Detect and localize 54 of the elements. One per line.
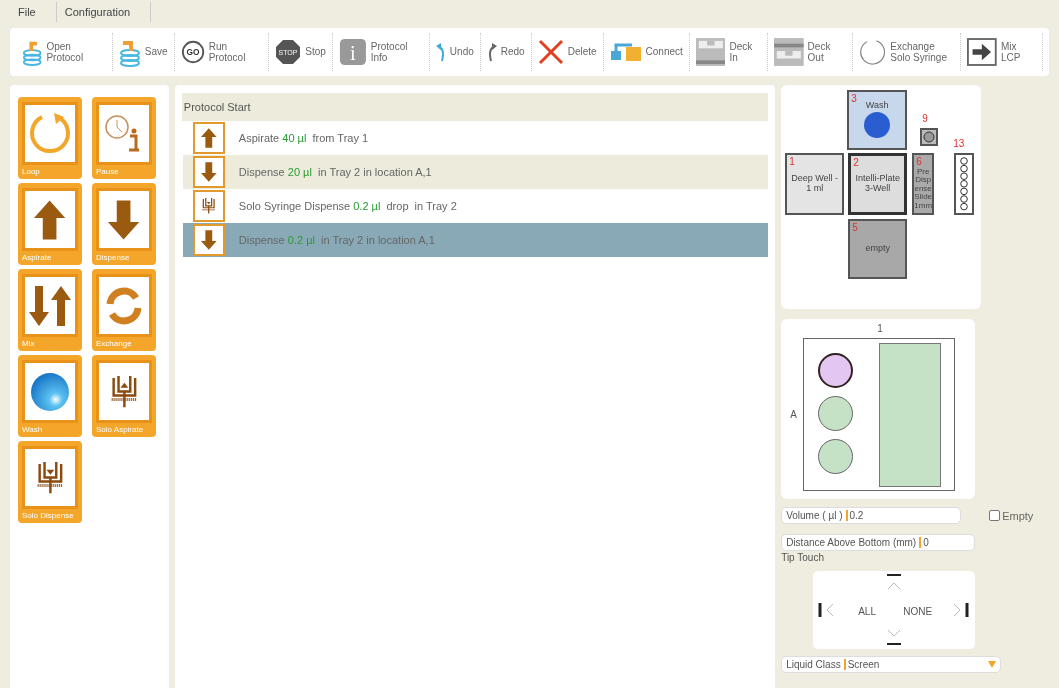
deck-slot[interactable] xyxy=(920,128,939,146)
slot-number: 9 xyxy=(922,113,928,124)
toolbar-button[interactable]: Exchange Solo Syringe xyxy=(853,33,962,71)
right-chevron-icon xyxy=(951,601,970,619)
well[interactable] xyxy=(818,353,854,388)
all-button[interactable]: ALL xyxy=(858,606,876,617)
toolbar-button[interactable]: Redo xyxy=(480,33,532,71)
close-x-icon xyxy=(537,39,564,65)
deck-tray-icon xyxy=(773,37,804,67)
liquid-class-dropdown[interactable]: Liquid Class Screen xyxy=(781,656,1002,673)
info-icon: i xyxy=(338,37,367,67)
go-icon: GO xyxy=(180,39,205,65)
dropdown-arrow-icon xyxy=(988,661,997,668)
toolbar-button[interactable]: Connect xyxy=(603,33,690,71)
circle-icon xyxy=(923,131,936,143)
distance-field[interactable]: Distance Above Bottom (mm) 0 xyxy=(781,534,976,551)
protocol-header: Protocol Start xyxy=(181,93,769,121)
menu-tab[interactable]: File xyxy=(10,2,57,22)
loop-icon xyxy=(28,111,72,156)
down-arrow-icon xyxy=(106,197,142,242)
toolbar-button[interactable]: Deck Out xyxy=(767,33,854,71)
toolbar-button[interactable]: Open Protocol xyxy=(16,33,113,71)
undo-arrow-icon xyxy=(435,41,446,63)
deck-tray-icon xyxy=(695,37,726,67)
column-label: 1 xyxy=(877,323,883,334)
toolbar-button[interactable]: Save xyxy=(112,33,175,71)
down-chevron-icon xyxy=(885,627,904,645)
redo-arrow-icon xyxy=(486,41,497,63)
tube-strip-icon xyxy=(959,156,970,212)
empty-checkbox[interactable]: Empty xyxy=(989,509,1034,522)
toolbar-button[interactable]: Delete xyxy=(531,33,604,71)
toolbar-button[interactable]: Deck In xyxy=(689,33,768,71)
none-button[interactable]: NONE xyxy=(903,606,933,617)
deck-slot[interactable]: 1 Deep Well - 1 ml xyxy=(785,153,845,215)
deck-slot[interactable]: 5 empty xyxy=(848,219,908,279)
up-chevron-icon xyxy=(885,574,904,592)
toolbar-button[interactable]: i Protocol Info xyxy=(332,33,430,71)
syringe-icon xyxy=(201,197,217,215)
protocol-step[interactable]: Dispense 20 µl in Tray 2 in location A,1 xyxy=(182,155,769,189)
deck-slot[interactable] xyxy=(954,153,975,215)
deck-slot[interactable]: 2 Intelli-Plate 3-Well xyxy=(848,153,908,215)
toolbar-button[interactable]: Mix LCP xyxy=(961,33,1043,71)
down-arrow-icon xyxy=(200,229,218,251)
up-down-arrows-icon xyxy=(28,283,72,328)
toolbar-button[interactable]: Undo xyxy=(429,33,481,71)
up-arrow-icon xyxy=(200,127,218,149)
slot-number: 13 xyxy=(953,138,965,149)
row-label: A xyxy=(790,409,797,420)
deck-slot[interactable]: 6 Pre Dispense Slide 1mm xyxy=(912,153,935,215)
volume-field[interactable]: Volume ( µl ) 0.2 xyxy=(781,507,962,524)
deck-slot[interactable]: 3 Wash xyxy=(847,90,908,150)
tip-touch-label: Tip Touch xyxy=(781,552,824,563)
down-arrow-icon xyxy=(200,161,218,183)
menu-tab[interactable]: Configuration xyxy=(56,2,152,22)
